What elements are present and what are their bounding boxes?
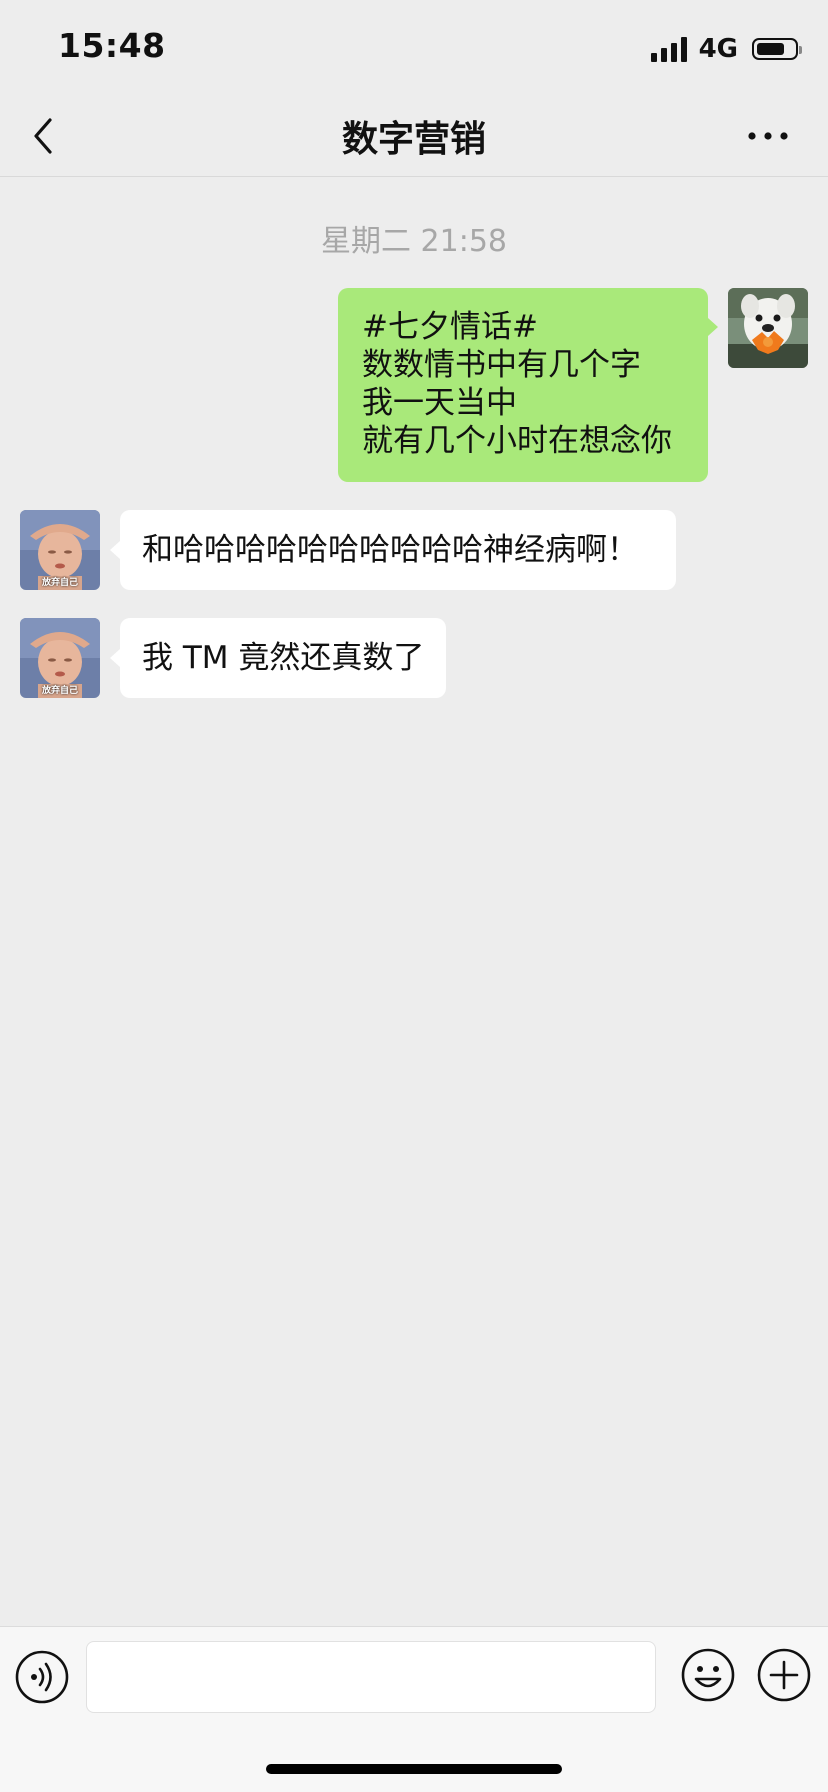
message-text: 我 TM 竟然还真数了 bbox=[142, 640, 425, 676]
message-input[interactable] bbox=[86, 1641, 656, 1713]
self-avatar[interactable] bbox=[728, 288, 808, 368]
chat-title: 数字营销 bbox=[341, 119, 486, 160]
received-message-bubble[interactable]: 和哈哈哈哈哈哈哈哈哈哈神经病啊！ bbox=[120, 510, 676, 590]
message-line: #七夕情话# bbox=[362, 309, 538, 345]
bubble-tail bbox=[708, 318, 718, 336]
status-indicators: 4G bbox=[650, 34, 802, 64]
plus-icon[interactable] bbox=[756, 1647, 812, 1703]
sender-avatar[interactable]: 放弃自己 bbox=[20, 510, 100, 590]
status-bar: 15:48 4G bbox=[0, 0, 828, 96]
battery-fill bbox=[757, 43, 784, 55]
bubble-tail bbox=[110, 649, 120, 667]
signal-icon bbox=[650, 36, 687, 62]
home-indicator[interactable] bbox=[266, 1764, 562, 1774]
message-timestamp: 星期二 21:58 bbox=[321, 224, 507, 259]
more-dots-icon[interactable] bbox=[746, 122, 790, 150]
nav-bar: 数字营销 bbox=[0, 96, 828, 177]
emoji-icon[interactable] bbox=[680, 1647, 736, 1703]
chat-screen: 15:48 4G 数字营销 星期二 21:58 #七夕情话# 数数情书中有几个字… bbox=[0, 0, 828, 1792]
sender-avatar[interactable]: 放弃自己 bbox=[20, 618, 100, 698]
voice-icon[interactable] bbox=[14, 1649, 70, 1705]
message-line: 数数情书中有几个字 bbox=[362, 347, 641, 383]
sent-message-bubble[interactable]: #七夕情话# 数数情书中有几个字 我一天当中 就有几个小时在想念你 bbox=[338, 288, 708, 482]
avatar-caption: 放弃自己 bbox=[41, 686, 78, 696]
network-label: 4G bbox=[698, 34, 738, 64]
avatar-caption: 放弃自己 bbox=[41, 578, 78, 588]
message-line: 我一天当中 bbox=[362, 385, 517, 421]
battery-icon bbox=[752, 38, 802, 60]
received-message-bubble[interactable]: 我 TM 竟然还真数了 bbox=[120, 618, 446, 698]
battery-cap bbox=[799, 46, 802, 54]
message-line: 就有几个小时在想念你 bbox=[362, 423, 672, 459]
status-time: 15:48 bbox=[58, 26, 166, 65]
dog-avatar-image bbox=[728, 288, 808, 368]
message-text: 和哈哈哈哈哈哈哈哈哈哈神经病啊！ bbox=[142, 532, 638, 568]
bubble-tail bbox=[110, 541, 120, 559]
